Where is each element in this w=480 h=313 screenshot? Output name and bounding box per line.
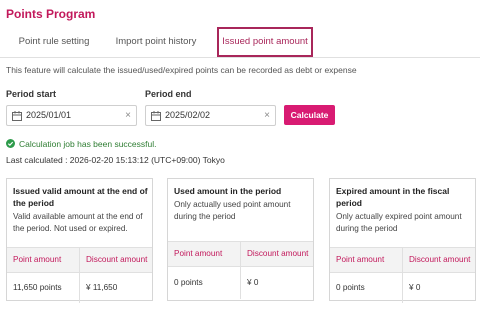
table-header: Point amount Discount amount xyxy=(7,247,152,273)
period-end-input[interactable]: 2025/02/02 × xyxy=(145,105,276,126)
col-point-amount: Point amount xyxy=(336,255,385,264)
tab-bar: Point rule setting Import point history … xyxy=(0,27,480,58)
period-end-label: Period end xyxy=(145,89,192,99)
card-issued-valid-amount: Issued valid amount at the end of the pe… xyxy=(6,178,153,303)
period-end-value: 2025/02/02 xyxy=(165,110,211,120)
col-discount-amount: Discount amount xyxy=(240,242,313,266)
success-message: Calculation job has been successful. xyxy=(6,139,157,149)
card-description: Only actually used point amount during t… xyxy=(174,200,291,221)
table-row: 0 points ¥ 0 xyxy=(168,267,313,299)
period-start-input[interactable]: 2025/01/01 × xyxy=(6,105,137,126)
discount-amount-value: ¥ 0 xyxy=(402,273,475,303)
card-title: Issued valid amount at the end of the pe… xyxy=(13,186,148,208)
card-used-amount: Used amount in the period Only actually … xyxy=(167,178,314,301)
tab-point-rule-setting[interactable]: Point rule setting xyxy=(14,27,94,57)
col-point-amount: Point amount xyxy=(174,249,223,258)
amount-table: Point amount Discount amount 11,650 poin… xyxy=(7,247,152,303)
col-discount-amount: Discount amount xyxy=(79,248,152,272)
calendar-icon xyxy=(151,111,161,121)
point-amount-value: 0 points xyxy=(174,278,203,287)
clear-icon[interactable]: × xyxy=(125,106,131,125)
table-row: 11,650 points ¥ 11,650 xyxy=(7,273,152,303)
table-row: 0 points ¥ 0 xyxy=(330,273,475,303)
col-discount-amount: Discount amount xyxy=(402,248,475,272)
tab-issued-point-amount[interactable]: Issued point amount xyxy=(217,27,313,57)
feature-description: This feature will calculate the issued/u… xyxy=(6,65,357,75)
clear-icon[interactable]: × xyxy=(264,106,270,125)
last-calculated: Last calculated : 2026-02-20 15:13:12 (U… xyxy=(6,155,225,165)
calculate-button[interactable]: Calculate xyxy=(284,105,335,125)
table-header: Point amount Discount amount xyxy=(330,247,475,273)
page-title: Points Program xyxy=(6,7,96,21)
card-expired-amount: Expired amount in the fiscal period Only… xyxy=(329,178,476,303)
amount-table: Point amount Discount amount 0 points ¥ … xyxy=(330,247,475,303)
point-amount-value: 11,650 points xyxy=(13,283,62,292)
check-circle-icon xyxy=(6,139,15,148)
amount-table: Point amount Discount amount 0 points ¥ … xyxy=(168,241,313,299)
card-description: Valid available amount at the end of the… xyxy=(13,212,143,233)
period-start-value: 2025/01/01 xyxy=(26,110,72,120)
success-text: Calculation job has been successful. xyxy=(19,139,157,149)
point-amount-value: 0 points xyxy=(336,283,365,292)
card-title: Expired amount in the fiscal period xyxy=(336,186,450,208)
col-point-amount: Point amount xyxy=(13,255,62,264)
card-description: Only actually expired point amount durin… xyxy=(336,212,462,233)
discount-amount-value: ¥ 11,650 xyxy=(79,273,152,303)
discount-amount-value: ¥ 0 xyxy=(240,267,313,299)
table-header: Point amount Discount amount xyxy=(168,241,313,267)
card-title: Used amount in the period xyxy=(174,186,282,196)
tab-import-point-history[interactable]: Import point history xyxy=(110,27,202,57)
calendar-icon xyxy=(12,111,22,121)
period-start-label: Period start xyxy=(6,89,57,99)
